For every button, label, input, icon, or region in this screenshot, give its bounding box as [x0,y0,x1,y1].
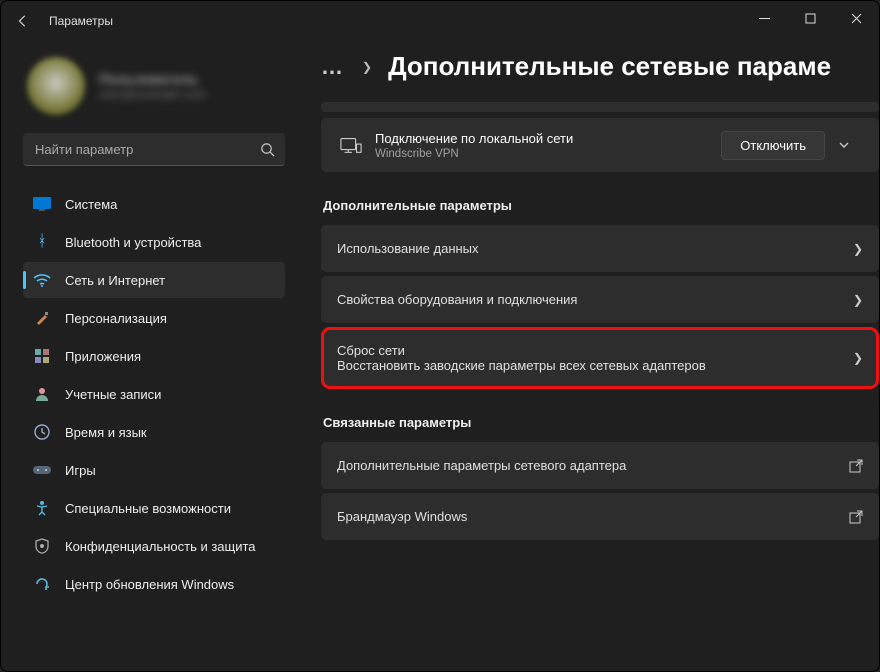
window-title: Параметры [49,14,113,28]
row-title: Использование данных [337,241,853,256]
connection-subtitle: Windscribe VPN [375,148,711,160]
nav-item-brush[interactable]: Персонализация [23,300,285,336]
nav-item-games[interactable]: Игры [23,452,285,488]
row-title: Дополнительные параметры сетевого адапте… [337,458,849,473]
apps-icon [33,347,51,365]
nav-label: Игры [65,463,96,478]
chevron-right-icon: ❯ [853,351,863,365]
nav-item-wifi[interactable]: Сеть и Интернет [23,262,285,298]
row-title: Свойства оборудования и подключения [337,292,853,307]
close-button[interactable] [833,1,879,35]
disconnect-button[interactable]: Отключить [721,131,825,160]
expand-button[interactable] [825,130,863,160]
settings-row[interactable]: Сброс сетиВосстановить заводские парамет… [321,327,879,389]
nav-item-privacy[interactable]: Конфиденциальность и защита [23,528,285,564]
section-header: Связанные параметры [323,415,879,430]
settings-row[interactable]: Дополнительные параметры сетевого адапте… [321,442,879,489]
settings-row[interactable]: Использование данных❯ [321,225,879,272]
nav-item-bluetooth[interactable]: ᚼ Bluetooth и устройства [23,224,285,260]
settings-row[interactable]: Свойства оборудования и подключения❯ [321,276,879,323]
nav-label: Приложения [65,349,141,364]
games-icon [33,461,51,479]
update-icon [33,575,51,593]
chevron-right-icon: ❯ [853,242,863,256]
profile[interactable]: Пользователь user@example.com [27,57,285,115]
nav-item-accessibility[interactable]: Специальные возможности [23,490,285,526]
search-input[interactable] [33,141,260,158]
row-title: Сброс сети [337,343,853,358]
nav-label: Система [65,197,117,212]
nav-label: Сеть и Интернет [65,273,165,288]
avatar [27,57,85,115]
minimize-button[interactable] [741,1,787,35]
nav-label: Специальные возможности [65,501,231,516]
brush-icon [33,309,51,327]
nav-label: Время и язык [65,425,147,440]
connection-card[interactable]: Подключение по локальной сети Windscribe… [321,118,879,172]
nav-label: Конфиденциальность и защита [65,539,256,554]
settings-row[interactable]: Брандмауэр Windows [321,493,879,540]
accessibility-icon [33,499,51,517]
ethernet-icon [337,135,365,155]
nav-item-apps[interactable]: Приложения [23,338,285,374]
profile-email: user@example.com [99,87,206,101]
maximize-button[interactable] [787,1,833,35]
nav-label: Персонализация [65,311,167,326]
nav-label: Bluetooth и устройства [65,235,201,250]
nav-label: Учетные записи [65,387,161,402]
time-icon [33,423,51,441]
wifi-icon [33,271,51,289]
row-subtitle: Восстановить заводские параметры всех се… [337,358,853,373]
nav-item-time[interactable]: Время и язык [23,414,285,450]
chevron-right-icon: ❯ [362,60,372,74]
nav-item-account[interactable]: Учетные записи [23,376,285,412]
external-icon [849,510,863,524]
breadcrumb-more[interactable]: … [321,54,346,80]
section-header: Дополнительные параметры [323,198,879,213]
search-box[interactable] [23,133,285,166]
profile-name: Пользователь [99,71,206,87]
search-icon [260,142,275,157]
page-title: Дополнительные сетевые параме [388,51,831,82]
nav-label: Центр обновления Windows [65,577,234,592]
connection-title: Подключение по локальной сети [375,131,711,146]
row-title: Брандмауэр Windows [337,509,849,524]
bluetooth-icon: ᚼ [33,233,51,251]
nav-item-system[interactable]: Система [23,186,285,222]
back-button[interactable] [3,1,43,41]
collapsed-card[interactable] [321,102,879,112]
account-icon [33,385,51,403]
system-icon [33,195,51,213]
privacy-icon [33,537,51,555]
external-icon [849,459,863,473]
chevron-right-icon: ❯ [853,293,863,307]
nav-item-update[interactable]: Центр обновления Windows [23,566,285,602]
